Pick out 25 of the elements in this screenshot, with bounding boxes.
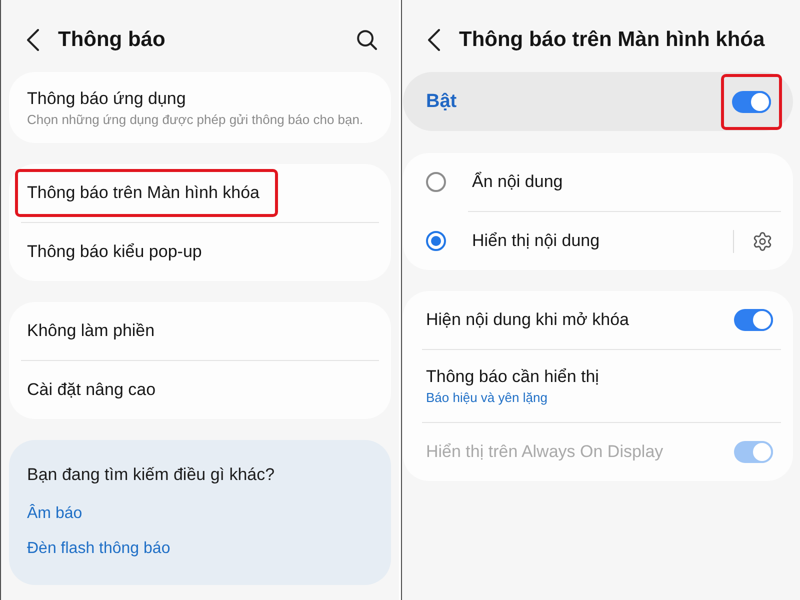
setting-description: Chọn những ứng dụng được phép gửi thông báo cho bạn.	[27, 112, 364, 126]
setting-title[interactable]: Thông báo trên Màn hình khóa	[27, 183, 260, 203]
suggestion-link[interactable]: Âm báo	[27, 504, 82, 524]
toggle-switch[interactable]	[732, 90, 771, 112]
setting-title[interactable]: Thông báo cần hiển thị	[426, 367, 599, 387]
setting-summary: Báo hiệu và yên lặng	[426, 390, 548, 405]
screen-title: Thông báo	[58, 28, 166, 52]
back-icon[interactable]	[27, 29, 39, 51]
setting-title[interactable]: Thông báo ứng dụng	[27, 88, 186, 108]
option-label[interactable]: Ẩn nội dung	[472, 172, 773, 192]
setting-title[interactable]: Cài đặt nâng cao	[27, 380, 156, 400]
screen-title: Thông báo trên Màn hình khóa	[459, 28, 766, 52]
setting-title[interactable]: Thông báo kiểu pop-up	[27, 242, 202, 262]
radio-button[interactable]	[426, 231, 446, 251]
back-icon[interactable]	[428, 29, 440, 51]
search-icon[interactable]	[357, 30, 377, 50]
option-label[interactable]: Hiển thị nội dung	[472, 231, 721, 251]
suggestions-heading: Bạn đang tìm kiếm điều gì khác?	[27, 465, 275, 485]
master-switch-label: Bật	[426, 90, 457, 112]
suggestion-link[interactable]: Đèn flash thông báo	[27, 539, 170, 559]
radio-button[interactable]	[426, 172, 446, 192]
setting-title[interactable]: Hiện nội dung khi mở khóa	[426, 310, 629, 330]
setting-title[interactable]: Không làm phiền	[27, 321, 155, 341]
toggle-switch[interactable]	[734, 309, 773, 331]
settings-icon[interactable]	[752, 230, 773, 252]
